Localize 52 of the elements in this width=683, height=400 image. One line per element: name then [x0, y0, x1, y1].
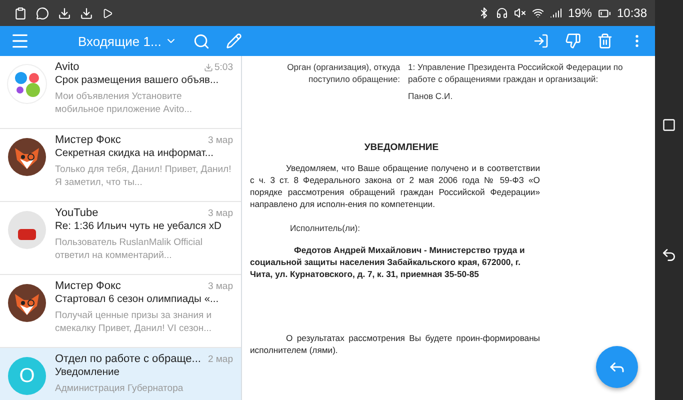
youtube-avatar-icon	[8, 211, 46, 249]
sender: Мистер Фокс	[55, 280, 121, 292]
document-title: УВЕДОМЛЕНИЕ	[363, 142, 440, 154]
clipboard-icon	[14, 6, 27, 20]
subject: Уведомление	[55, 366, 121, 380]
org-value: 1: Управление Президента Российской Федерации по работе с обращениями граждан и организаций:	[408, 61, 624, 85]
result-paragraph: О результатах рассмотрения Вы будете проин-формированы исполнителем (лями).	[250, 332, 540, 356]
preview: Мои объявления Установите мобильное приложение Avito...	[55, 90, 194, 116]
letter-avatar: О	[8, 357, 46, 395]
back-icon[interactable]	[661, 246, 677, 262]
fox-avatar-icon	[8, 284, 46, 322]
preview: Администрация Губернатора	[55, 382, 184, 395]
sender: Мистер Фокс	[55, 134, 121, 146]
pencil-icon[interactable]	[226, 33, 242, 49]
headphones-icon	[496, 7, 508, 19]
reply-button[interactable]	[596, 346, 638, 388]
search-icon[interactable]	[193, 32, 210, 50]
battery-icon	[598, 6, 611, 20]
download-icon	[80, 6, 93, 20]
battery-percent: 19%	[568, 6, 592, 20]
subject: Стартовал 6 сезон олимпиады «...	[55, 293, 220, 307]
notice-paragraph: Уведомляем, что Ваше обращение получено и в соответствии с ч. 3 ст. 8 Федерального закона от 2 мая 2006 года № 59-ФЗ «О порядке рассмотрения обращений граждан Российской Федерации» направлено для исполн-ения по компетенции.	[250, 162, 540, 210]
trash-icon[interactable]	[597, 33, 613, 49]
message-time: 2 мар	[208, 354, 233, 364]
preview: Пользователь RuslanMalik Official ответил на комментарий...	[55, 236, 204, 262]
sender: YouTube	[55, 207, 98, 219]
message-time: 5:03	[204, 62, 233, 72]
fox-avatar-icon	[8, 138, 46, 176]
subject: Срок размещения вашего объяв...	[55, 74, 220, 88]
executor-label: Исполнитель(ли):	[290, 222, 362, 234]
chat-icon	[36, 6, 49, 20]
message-time: 3 мар	[208, 280, 233, 292]
play-icon	[102, 8, 113, 18]
message-time: 3 мар	[208, 208, 233, 218]
preview: Получай ценные призы за знания и смекалку Привет, Данил! VI сезон...	[55, 309, 213, 335]
move-icon[interactable]	[533, 33, 549, 49]
message-item[interactable]: О Отдел по работе с обраще... 2 мар Уведомление Администрация Губернатора	[0, 348, 241, 400]
signer: Панов С.И.	[408, 90, 454, 102]
subject: Секретная скидка на информат...	[55, 147, 214, 161]
org-label: Орган (организация), откуда поступило обращение:	[286, 61, 400, 85]
avatar-icon	[8, 65, 46, 103]
clock: 10:38	[616, 6, 647, 20]
preview: Только для тебя, Данил! Привет, Данил! Я заметил, что ты...	[55, 163, 232, 189]
recents-icon[interactable]	[662, 118, 676, 132]
message-time: 3 мар	[208, 134, 233, 146]
sender: Avito	[55, 61, 80, 73]
executor-text: Федотов Андрей Михайлович - Министерство труда и социальной защиты населения Забайкальского края, 672000, г. Чита, ул. Курнатовского, д. 7, к. 31, приемная 35-50-85	[250, 244, 526, 280]
sender: Отдел по работе с обраще...	[55, 353, 201, 365]
download-icon	[58, 6, 71, 20]
subject: Re: 1:36 Ильич чуть не уебался xD	[55, 220, 222, 234]
mute-icon	[514, 7, 526, 19]
thumbs-down-icon[interactable]	[565, 33, 581, 49]
